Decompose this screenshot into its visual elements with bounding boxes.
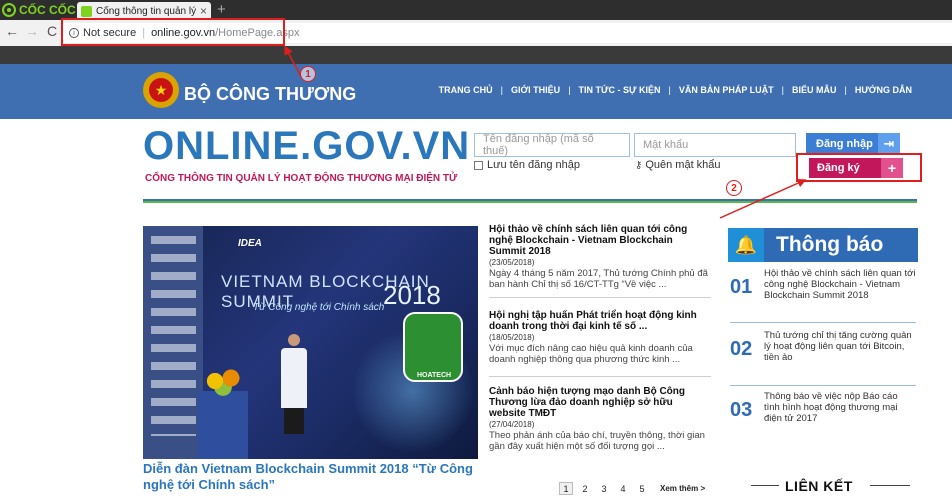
password-input[interactable]: Mật khẩu [634, 133, 796, 157]
checkbox-icon[interactable] [474, 160, 483, 170]
national-emblem-icon[interactable]: ★ [143, 72, 179, 108]
top-navigation: TRANG CHỦ | GIỚI THIỆU | TIN TỨC - SỰ KI… [438, 85, 912, 95]
news-date: (27/04/2018) [489, 420, 535, 429]
site-logo[interactable]: ONLINE.GOV.VN [143, 124, 470, 169]
key-icon: ⚷ [635, 159, 643, 171]
coccoc-logo-icon [2, 3, 16, 17]
speaker [281, 334, 307, 434]
news-summary: Theo phản ánh của báo chí, truyền thông,… [489, 430, 705, 452]
nav-item-forms[interactable]: BIỂU MẪU [792, 85, 837, 95]
notice-text[interactable]: Thông báo về việc nộp Báo cáo tình hình … [764, 391, 916, 424]
back-button[interactable]: ← [4, 23, 20, 39]
page-4-button[interactable]: 4 [616, 482, 630, 495]
browser-tab-bar: CỐC CỐC Cổng thông tin quản lý hoạt × + [0, 0, 952, 20]
bookmarks-strip [0, 46, 952, 64]
page-2-button[interactable]: 2 [578, 482, 592, 495]
news-title-link[interactable]: Hội thảo về chính sách liên quan tới côn… [489, 224, 711, 257]
tab-favicon-icon [81, 5, 92, 17]
notice-item[interactable]: 01 Hội thảo về chính sách liên quan tới … [730, 268, 916, 301]
news-summary: Với mục đích nâng cao hiệu quả kinh doan… [489, 343, 693, 365]
podium [198, 391, 248, 459]
news-summary: Ngày 4 tháng 5 năm 2017, Thủ tướng Chính… [489, 268, 708, 290]
notice-number: 02 [730, 338, 753, 360]
remember-checkbox[interactable]: Lưu tên đăng nhập [474, 159, 580, 171]
page-3-button[interactable]: 3 [597, 482, 611, 495]
reload-button[interactable]: C [44, 23, 60, 39]
news-divider [489, 376, 711, 377]
banner-subtitle: Từ Công nghệ tới Chính sách [253, 302, 385, 313]
annotation-box-register [796, 153, 922, 182]
links-rule-right [870, 485, 910, 486]
news-item: Cảnh báo hiện tượng mạo danh Bộ Công Thư… [489, 386, 711, 452]
site-tagline: CỔNG THÔNG TIN QUẢN LÝ HOẠT ĐỘNG THƯƠNG … [145, 173, 458, 184]
page-root: CỐC CỐC Cổng thông tin quản lý hoạt × + … [0, 0, 952, 500]
featured-banner-image[interactable]: IDEA VIETNAM BLOCKCHAIN SUMMIT Từ Công n… [143, 226, 478, 459]
notice-text[interactable]: Thủ tướng chỉ thị tăng cường quản lý hoạ… [764, 330, 916, 363]
browser-brand-label: CỐC CỐC [19, 3, 76, 17]
forgot-label: Quên mật khẩu [645, 159, 721, 171]
news-title-link[interactable]: Hội nghị tập huấn Phát triển hoạt động k… [489, 310, 711, 332]
notice-item[interactable]: 02 Thủ tướng chỉ thị tăng cường quản lý … [730, 330, 916, 363]
banner-year: 2018 [383, 280, 441, 310]
notice-divider [730, 322, 916, 323]
notice-text[interactable]: Hội thảo về chính sách liên quan tới côn… [764, 268, 916, 301]
login-button-label: Đăng nhập [816, 138, 873, 150]
page-1-button[interactable]: 1 [559, 482, 573, 495]
notice-number: 03 [730, 399, 753, 421]
annotation-box-url [61, 18, 285, 46]
news-date: (23/05/2018) [489, 258, 535, 267]
featured-caption-link[interactable]: Diễn đàn Vietnam Blockchain Summit 2018 … [143, 461, 481, 493]
flowers [203, 366, 243, 396]
nav-item-home[interactable]: TRANG CHỦ [439, 85, 493, 95]
forgot-password-link[interactable]: ⚷ Quên mật khẩu [635, 159, 721, 171]
news-item: Hội thảo về chính sách liên quan tới côn… [489, 224, 711, 290]
bell-icon: 🔔 [728, 228, 764, 262]
nav-item-legal[interactable]: VĂN BẢN PHÁP LUẬT [679, 85, 774, 95]
new-tab-button[interactable]: + [217, 1, 226, 18]
links-heading: LIÊN KẾT [785, 478, 853, 494]
site-header: ★ BỘ CÔNG THƯƠNG TRANG CHỦ | GIỚI THIỆU … [0, 64, 952, 119]
news-title-link[interactable]: Cảnh báo hiện tượng mạo danh Bộ Công Thư… [489, 386, 711, 419]
notice-number: 01 [730, 276, 753, 298]
login-button[interactable]: Đăng nhập ⇥ [806, 133, 900, 155]
news-divider [489, 297, 711, 298]
banner-idea-logo: IDEA [238, 238, 262, 249]
nav-item-guide[interactable]: HƯỚNG DẪN [855, 85, 912, 95]
news-date: (18/05/2018) [489, 333, 535, 342]
annotation-badge-2: 2 [726, 180, 742, 196]
notice-header: 🔔 Thông báo [728, 228, 918, 262]
pagination: 1 2 3 4 5 Xem thêm > [559, 482, 705, 495]
news-item: Hội nghị tập huấn Phát triển hoạt động k… [489, 310, 711, 365]
see-more-link[interactable]: Xem thêm > [660, 484, 705, 493]
notice-item[interactable]: 03 Thông báo về việc nộp Báo cáo tình hì… [730, 391, 916, 424]
username-input[interactable]: Tên đăng nhập (mã số thuế) [474, 133, 630, 157]
annotation-badge-1: 1 [300, 66, 316, 82]
nav-item-about[interactable]: GIỚI THIỆU [511, 85, 560, 95]
tab-close-icon[interactable]: × [200, 4, 207, 18]
login-arrow-icon: ⇥ [878, 133, 900, 155]
hoatech-watermark-label: HOATECH [417, 372, 452, 379]
tab-title: Cổng thông tin quản lý hoạt [96, 5, 196, 17]
ministry-name[interactable]: BỘ CÔNG THƯƠNG [184, 84, 356, 105]
forward-button[interactable]: → [24, 23, 40, 39]
nav-item-news[interactable]: TIN TỨC - SỰ KIỆN [579, 85, 661, 95]
browser-brand[interactable]: CỐC CỐC [2, 2, 76, 18]
links-rule-left [751, 485, 779, 486]
sponsor-wall [143, 226, 203, 459]
page-5-button[interactable]: 5 [635, 482, 649, 495]
remember-label: Lưu tên đăng nhập [487, 159, 581, 171]
notice-title: Thông báo [776, 233, 884, 256]
header-divider-accent [143, 201, 917, 203]
notice-divider [730, 385, 916, 386]
